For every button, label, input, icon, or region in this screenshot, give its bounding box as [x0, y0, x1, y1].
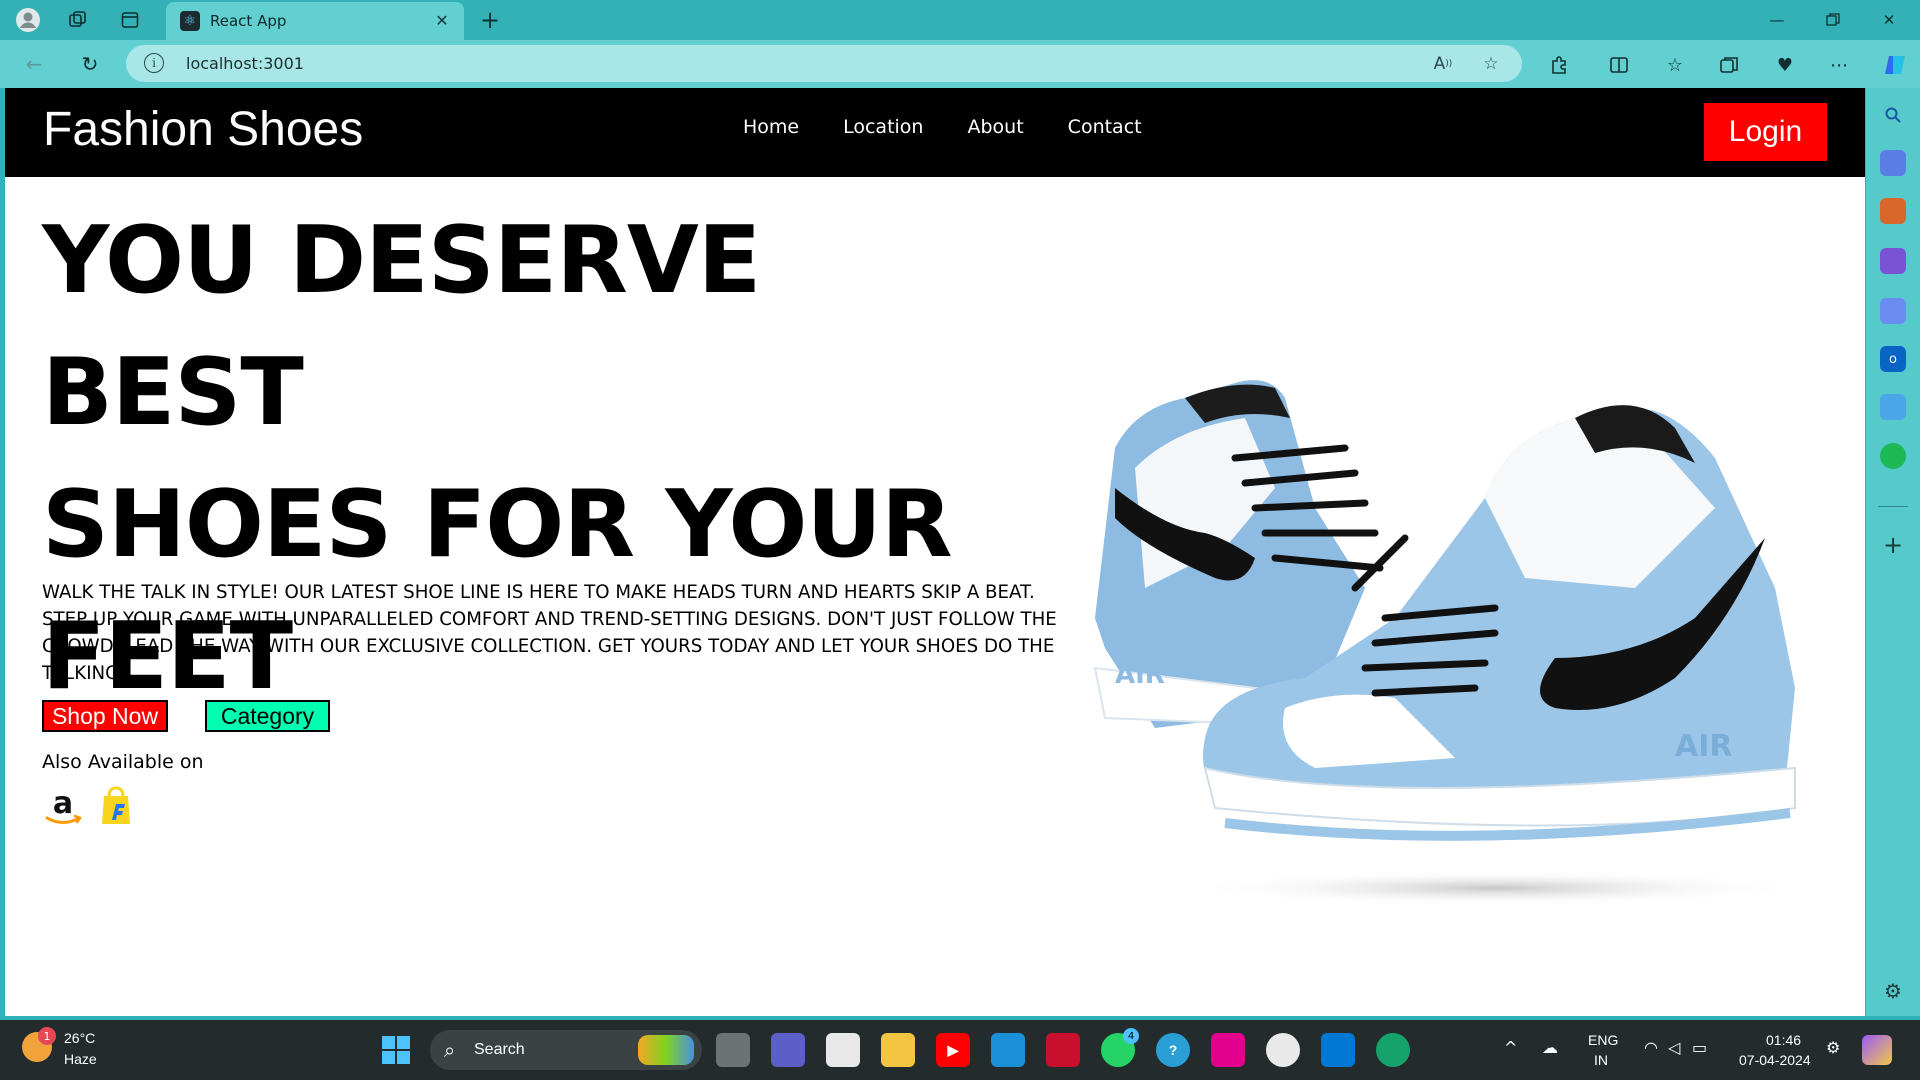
battery-icon[interactable]: ▭ [1692, 1038, 1707, 1057]
svg-text:a: a [53, 786, 73, 821]
close-tab-icon[interactable]: ✕ [430, 8, 454, 32]
clock-date[interactable]: 07-04-2024 [1739, 1052, 1811, 1068]
nav-link-contact[interactable]: Contact [1068, 116, 1142, 138]
add-sidebar-app-icon[interactable]: + [1880, 531, 1906, 559]
address-bar[interactable]: i localhost:3001 A)) ☆ [126, 45, 1522, 82]
microsoft-store-icon[interactable] [826, 1033, 860, 1067]
shop-now-button[interactable]: Shop Now [42, 700, 168, 732]
onedrive-icon[interactable]: ☁ [1542, 1038, 1558, 1057]
feedback-icon[interactable] [1211, 1033, 1245, 1067]
weather-notification-badge: 1 [38, 1027, 56, 1045]
collections-icon[interactable] [1714, 50, 1744, 80]
myhp-icon[interactable] [991, 1033, 1025, 1067]
split-screen-icon[interactable] [1604, 50, 1634, 80]
windows-taskbar: 1 26°C Haze ⌕ Search ▶ 4 ? ^ ☁ ENG IN ◠ … [0, 1020, 1920, 1080]
login-button[interactable]: Login [1704, 103, 1827, 161]
browser-toolbar: ← ↻ i localhost:3001 A)) ☆ ☆ ♥ ⋯ [0, 40, 1920, 88]
also-available-label: Also Available on [42, 751, 204, 773]
favorite-star-icon[interactable]: ☆ [1478, 51, 1504, 77]
hero-title-line-1: YOU DESERVE BEST [42, 206, 761, 446]
flipkart-logo-icon[interactable] [95, 786, 137, 828]
start-button[interactable] [382, 1036, 410, 1064]
vscode-icon[interactable] [1321, 1033, 1355, 1067]
hero-description: WALK THE TALK IN STYLE! OUR LATEST SHOE … [42, 582, 1057, 684]
file-explorer-icon[interactable] [881, 1033, 915, 1067]
profile-icon[interactable] [14, 6, 42, 34]
sidebar-divider [1878, 506, 1908, 507]
tab-react-app[interactable]: ⚛ React App ✕ [166, 2, 464, 40]
main-menu: Home Location About Contact [743, 116, 1186, 138]
site-info-icon[interactable]: i [144, 53, 164, 73]
nav-link-about[interactable]: About [967, 116, 1023, 138]
close-window-button[interactable]: ✕ [1866, 4, 1912, 36]
copilot-icon[interactable] [1880, 50, 1910, 80]
tools-icon[interactable] [1880, 198, 1906, 224]
browser-essentials-icon[interactable]: ♥ [1770, 50, 1800, 80]
telegram-icon[interactable] [1880, 394, 1906, 420]
amazon-logo-icon[interactable]: a [42, 786, 84, 828]
settings-more-icon[interactable]: ⋯ [1824, 50, 1854, 80]
weather-temperature[interactable]: 26°C [64, 1030, 95, 1046]
workspaces-icon[interactable] [64, 6, 92, 34]
tab-actions-icon[interactable] [116, 6, 144, 34]
teams-icon[interactable] [771, 1033, 805, 1067]
site-navbar: Fashion Shoes Home Location About Contac… [5, 88, 1865, 177]
outlook-icon[interactable]: o [1880, 346, 1906, 372]
taskbar-search-label: Search [474, 1041, 525, 1058]
tab-title: React App [210, 12, 287, 30]
chrome-icon[interactable] [1266, 1033, 1300, 1067]
help-icon[interactable]: ? [1156, 1033, 1190, 1067]
search-highlight-image [638, 1035, 694, 1065]
copilot-taskbar-icon[interactable] [1862, 1035, 1892, 1065]
react-icon: ⚛ [180, 11, 200, 31]
notification-settings-icon[interactable]: ⚙ [1826, 1038, 1840, 1057]
extensions-icon[interactable] [1544, 50, 1574, 80]
favorites-icon[interactable]: ☆ [1660, 50, 1690, 80]
nav-link-location[interactable]: Location [843, 116, 923, 138]
spotify-icon[interactable] [1880, 443, 1906, 469]
copilot-app-icon[interactable] [1880, 298, 1906, 324]
show-hidden-icons-icon[interactable]: ^ [1504, 1038, 1517, 1057]
minimize-button[interactable]: — [1754, 4, 1800, 36]
refresh-icon[interactable]: ↻ [74, 48, 106, 80]
nav-link-home[interactable]: Home [743, 116, 799, 138]
left-shoe-air-text: AIR [1115, 660, 1165, 690]
right-shoe-air-text: AIR [1675, 729, 1732, 764]
sidebar-settings-icon[interactable]: ⚙ [1880, 978, 1906, 1004]
search-icon[interactable] [1880, 102, 1906, 128]
shopping-icon[interactable] [1880, 150, 1906, 176]
youtube-icon[interactable]: ▶ [936, 1033, 970, 1067]
edge-sidebar: o + ⚙ [1866, 88, 1920, 1016]
browser-tab-bar: ⚛ React App ✕ + — ✕ [0, 0, 1920, 40]
whatsapp-badge: 4 [1123, 1028, 1139, 1044]
weather-condition[interactable]: Haze [64, 1051, 97, 1067]
games-icon[interactable] [1880, 248, 1906, 274]
read-aloud-icon[interactable]: A)) [1430, 51, 1456, 77]
hero-title-line-2: SHOES FOR YOUR [42, 470, 953, 578]
sneaker-pair-image: AIR AIR [1093, 380, 1805, 906]
task-view-icon[interactable] [716, 1033, 750, 1067]
url-text[interactable]: localhost:3001 [186, 54, 304, 73]
new-tab-button[interactable]: + [476, 6, 504, 34]
volume-icon[interactable]: ◁ [1668, 1038, 1680, 1057]
mcafee-icon[interactable] [1046, 1033, 1080, 1067]
brand-logo-text[interactable]: Fashion Shoes [43, 102, 363, 157]
clock-time[interactable]: 01:46 [1766, 1032, 1801, 1048]
category-button[interactable]: Category [205, 700, 330, 732]
language-indicator[interactable]: ENG [1588, 1032, 1618, 1048]
wifi-icon[interactable]: ◠ [1644, 1038, 1658, 1057]
search-icon: ⌕ [444, 1038, 456, 1062]
restore-button[interactable] [1810, 4, 1856, 36]
taskbar-search[interactable]: ⌕ Search [430, 1030, 702, 1070]
back-icon[interactable]: ← [18, 48, 50, 80]
region-indicator[interactable]: IN [1594, 1052, 1608, 1068]
web-page: Fashion Shoes Home Location About Contac… [5, 88, 1865, 1016]
edge-icon[interactable] [1376, 1033, 1410, 1067]
